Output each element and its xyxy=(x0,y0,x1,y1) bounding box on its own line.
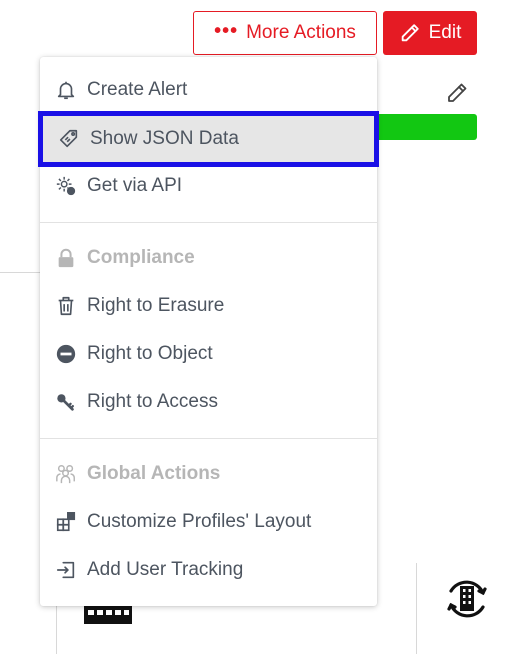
menu-item-create-alert[interactable]: Create Alert xyxy=(40,66,377,114)
divider-line xyxy=(416,563,417,654)
tag-icon xyxy=(57,127,81,151)
more-actions-menu: Create Alert Show JSON Data Get via API xyxy=(38,57,379,606)
layout-icon xyxy=(54,510,78,534)
pencil-icon xyxy=(401,24,419,42)
more-actions-label: More Actions xyxy=(246,22,356,43)
menu-item-label: Show JSON Data xyxy=(90,128,239,149)
menu-item-label: Customize Profiles' Layout xyxy=(87,511,312,532)
key-icon xyxy=(54,390,78,414)
menu-item-customize-profiles-layout[interactable]: Customize Profiles' Layout xyxy=(40,498,377,546)
menu-item-label: Right to Access xyxy=(87,391,218,412)
lock-icon xyxy=(54,246,78,270)
menu-item-right-to-erasure[interactable]: Right to Erasure xyxy=(40,282,377,330)
menu-item-label: Right to Erasure xyxy=(87,295,225,316)
section-title: Global Actions xyxy=(87,463,221,484)
menu-item-label: Get via API xyxy=(87,175,183,196)
bell-icon xyxy=(54,78,78,102)
menu-divider xyxy=(40,438,377,439)
menu-item-right-to-object[interactable]: Right to Object xyxy=(40,330,377,378)
edit-label: Edit xyxy=(428,22,462,43)
section-header-compliance: Compliance xyxy=(40,234,377,282)
edit-button[interactable]: Edit xyxy=(383,11,477,55)
edit-pencil-icon[interactable] xyxy=(445,81,469,105)
menu-item-right-to-access[interactable]: Right to Access xyxy=(40,378,377,426)
status-bar xyxy=(370,114,477,140)
users-icon xyxy=(54,462,78,486)
ellipsis-icon: ••• xyxy=(214,19,239,42)
divider-line xyxy=(0,272,40,273)
more-actions-button[interactable]: ••• More Actions xyxy=(193,11,377,55)
section-title: Compliance xyxy=(87,247,195,268)
menu-item-label: Right to Object xyxy=(87,343,213,364)
gear-info-icon xyxy=(54,174,78,198)
section-header-global-actions: Global Actions xyxy=(40,450,377,498)
menu-item-label: Add User Tracking xyxy=(87,559,244,580)
menu-item-add-user-tracking[interactable]: Add User Tracking xyxy=(40,546,377,594)
menu-item-get-via-api[interactable]: Get via API xyxy=(40,162,377,210)
minus-circle-icon xyxy=(54,342,78,366)
menu-divider xyxy=(40,222,377,223)
menu-item-show-json-data[interactable]: Show JSON Data xyxy=(38,111,379,167)
menu-item-label: Create Alert xyxy=(87,79,188,100)
building-sync-icon[interactable] xyxy=(443,575,491,623)
trash-icon xyxy=(54,294,78,318)
sign-in-icon xyxy=(54,558,78,582)
